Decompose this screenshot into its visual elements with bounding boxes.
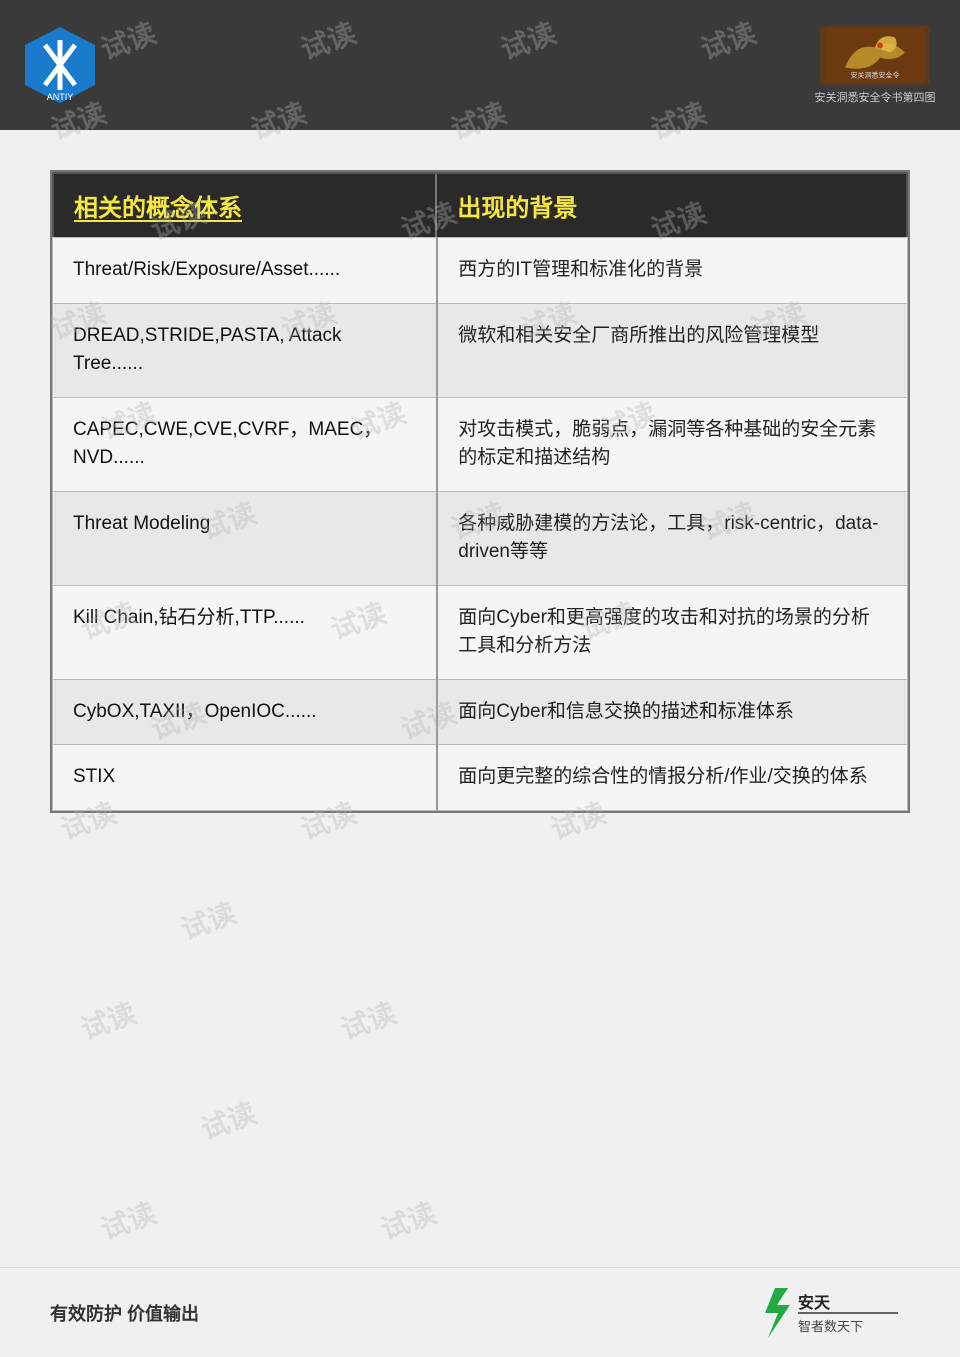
header-right-caption: 安关洞悉安全令书第四图	[815, 89, 936, 105]
watermark-text: 试读	[175, 892, 241, 949]
svg-text:安天: 安天	[798, 1293, 831, 1312]
watermark-text: 试读	[195, 1092, 261, 1149]
footer-logo: 安天 智者数天下	[760, 1283, 910, 1343]
table-row: Kill Chain,钻石分析,TTP......面向Cyber和更高强度的攻击…	[53, 585, 908, 679]
concept-table: 相关的概念体系 出现的背景 Threat/Risk/Exposure/Asset…	[50, 170, 910, 813]
svg-text:安关洞悉安全令: 安关洞悉安全令	[851, 71, 900, 80]
header-right-logo: 安关洞悉安全令 安关洞悉安全令书第四图	[810, 25, 940, 105]
table-row: STIX面向更完整的综合性的情报分析/作业/交换的体系	[53, 745, 908, 811]
table-cell-right: 西方的IT管理和标准化的背景	[437, 238, 907, 304]
table-row: DREAD,STRIDE,PASTA, Attack Tree......微软和…	[53, 303, 908, 397]
table-cell-right: 微软和相关安全厂商所推出的风险管理模型	[437, 303, 907, 397]
table-cell-right: 面向Cyber和更高强度的攻击和对抗的场景的分析工具和分析方法	[437, 585, 907, 679]
table-row: CAPEC,CWE,CVE,CVRF，MAEC，NVD......对攻击模式，脆…	[53, 397, 908, 491]
table-cell-left: STIX	[53, 745, 438, 811]
table-cell-right: 面向Cyber和信息交换的描述和标准体系	[437, 679, 907, 745]
header-brand-image: 安关洞悉安全令	[820, 25, 930, 85]
table-cell-left: Threat/Risk/Exposure/Asset......	[53, 238, 438, 304]
watermark-text: 试读	[75, 992, 141, 1049]
table-cell-left: Threat Modeling	[53, 491, 438, 585]
table-header-row: 相关的概念体系 出现的背景	[52, 172, 908, 237]
table-row: CybOX,TAXII，OpenIOC......面向Cyber和信息交换的描述…	[53, 679, 908, 745]
table-cell-right: 对攻击模式，脆弱点，漏洞等各种基础的安全元素的标定和描述结构	[437, 397, 907, 491]
footer-tagline: 有效防护 价值输出	[50, 1300, 199, 1326]
footer: 有效防护 价值输出 安天 智者数天下	[0, 1267, 960, 1357]
logo-hexagon: ANTIY	[20, 25, 100, 105]
table-row: Threat/Risk/Exposure/Asset......西方的IT管理和…	[53, 238, 908, 304]
header: ANTIY 安关洞悉安全令 安关洞悉安全令书第四图	[0, 0, 960, 130]
logo-area: ANTIY	[20, 25, 100, 105]
data-table: Threat/Risk/Exposure/Asset......西方的IT管理和…	[52, 237, 908, 811]
watermark-text: 试读	[335, 992, 401, 1049]
main-content: 相关的概念体系 出现的背景 Threat/Risk/Exposure/Asset…	[0, 130, 960, 843]
table-cell-right: 各种威胁建模的方法论，工具，risk-centric，data-driven等等	[437, 491, 907, 585]
table-cell-left: DREAD,STRIDE,PASTA, Attack Tree......	[53, 303, 438, 397]
table-cell-left: Kill Chain,钻石分析,TTP......	[53, 585, 438, 679]
watermark-text: 试读	[95, 1192, 161, 1249]
table-cell-left: CybOX,TAXII，OpenIOC......	[53, 679, 438, 745]
table-cell-right: 面向更完整的综合性的情报分析/作业/交换的体系	[437, 745, 907, 811]
table-row: Threat Modeling各种威胁建模的方法论，工具，risk-centri…	[53, 491, 908, 585]
col-left-header: 相关的概念体系	[54, 174, 437, 237]
svg-text:ANTIY: ANTIY	[47, 92, 74, 102]
svg-text:智者数天下: 智者数天下	[798, 1319, 863, 1334]
col-right-header: 出现的背景	[437, 174, 906, 237]
table-cell-left: CAPEC,CWE,CVE,CVRF，MAEC，NVD......	[53, 397, 438, 491]
watermark-text: 试读	[375, 1192, 441, 1249]
